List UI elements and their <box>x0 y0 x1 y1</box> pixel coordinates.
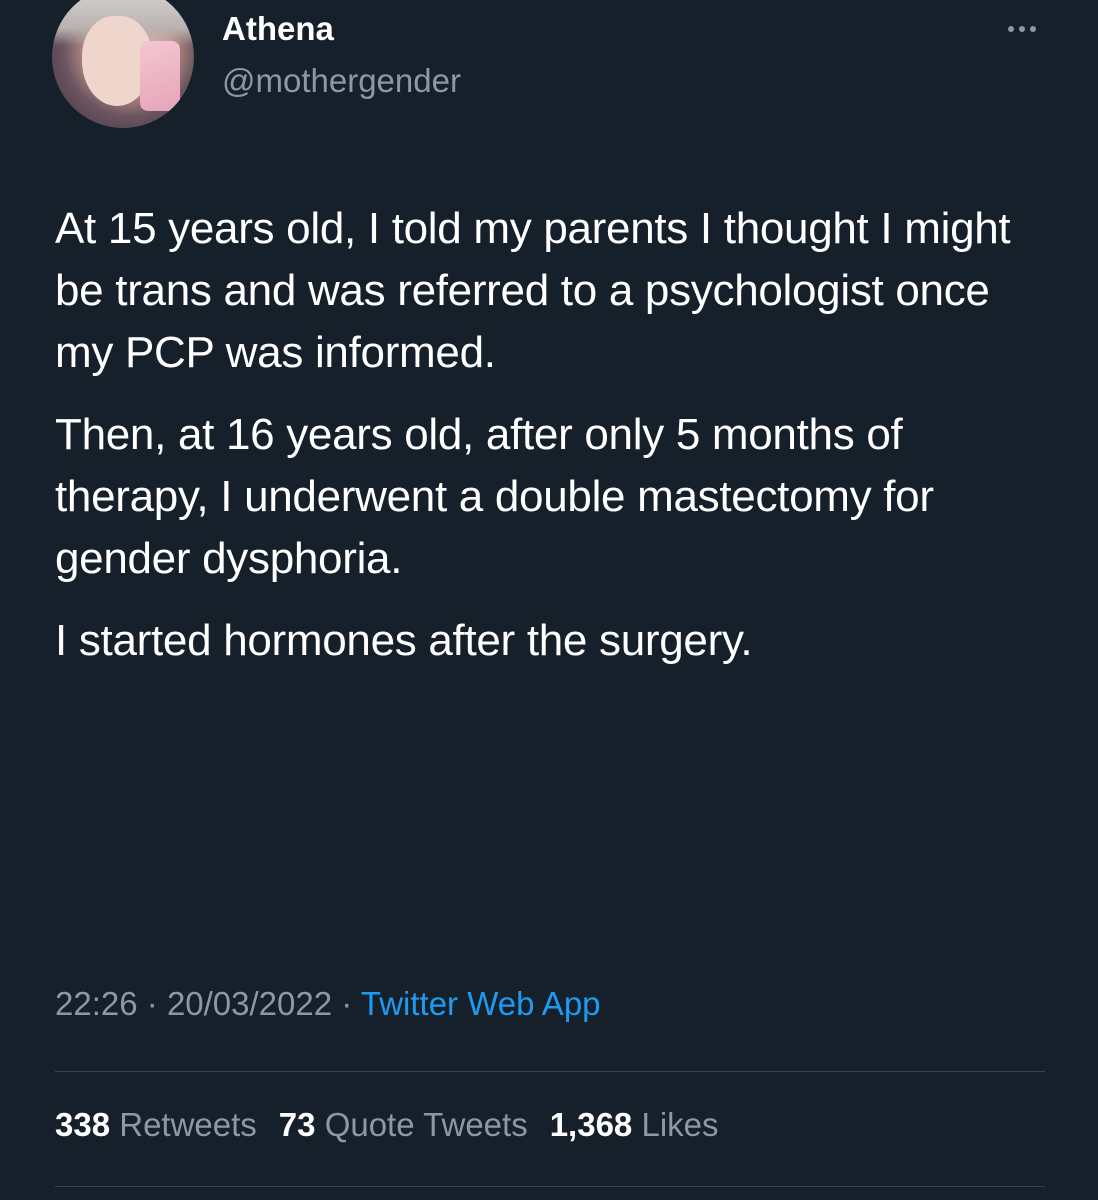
tweet-text: At 15 years old, I told my parents I tho… <box>55 198 1055 692</box>
likes-label: Likes <box>641 1106 719 1143</box>
tweet-header: Athena @mothergender <box>52 0 1052 140</box>
tweet-paragraph: Then, at 16 years old, after only 5 mont… <box>55 410 934 583</box>
user-name[interactable]: Athena <box>222 10 334 48</box>
divider <box>55 1186 1045 1187</box>
quote-tweets-stat[interactable]: 73 Quote Tweets <box>279 1106 528 1143</box>
meta-separator: · <box>341 985 353 1022</box>
tweet-source-link[interactable]: Twitter Web App <box>361 985 601 1022</box>
quote-tweets-label: Quote Tweets <box>324 1106 528 1143</box>
tweet-view: Athena @mothergender At 15 years old, I … <box>0 0 1098 1200</box>
more-options-icon[interactable] <box>1002 22 1042 36</box>
retweets-stat[interactable]: 338 Retweets <box>55 1106 257 1143</box>
tweet-time[interactable]: 22:26 <box>55 985 138 1022</box>
retweets-label: Retweets <box>119 1106 257 1143</box>
meta-separator: · <box>146 985 158 1022</box>
tweet-paragraph: At 15 years old, I told my parents I tho… <box>55 204 1011 377</box>
tweet-stats: 338 Retweets 73 Quote Tweets 1,368 Likes <box>55 1106 741 1144</box>
avatar[interactable] <box>52 0 194 128</box>
user-handle[interactable]: @mothergender <box>222 62 461 100</box>
tweet-date[interactable]: 20/03/2022 <box>167 985 332 1022</box>
tweet-paragraph: I started hormones after the surgery. <box>55 616 753 665</box>
retweets-count: 338 <box>55 1106 111 1143</box>
likes-stat[interactable]: 1,368 Likes <box>550 1106 719 1143</box>
tweet-meta: 22:26 · 20/03/2022 · Twitter Web App <box>55 985 601 1023</box>
quote-tweets-count: 73 <box>278 1106 316 1143</box>
likes-count: 1,368 <box>549 1106 633 1143</box>
divider <box>55 1071 1045 1072</box>
